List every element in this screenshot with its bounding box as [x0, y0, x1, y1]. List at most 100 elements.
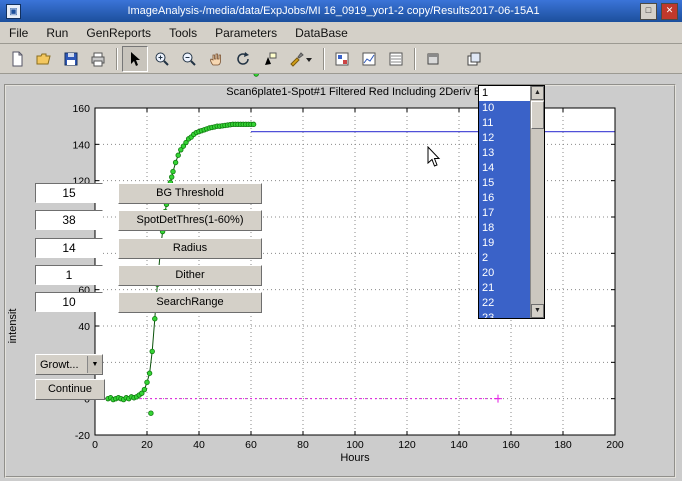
open-file-button[interactable]	[31, 46, 57, 72]
mouse-cursor	[426, 146, 442, 168]
spot-number-dropdown-list[interactable]: 1 10 11 12 13 14 15 16 17 18 19 2 20 21 …	[478, 85, 545, 319]
list-item[interactable]: 19	[479, 236, 531, 251]
list-item[interactable]: 20	[479, 266, 531, 281]
menu-genreports[interactable]: GenReports	[77, 24, 160, 42]
svg-text:180: 180	[554, 439, 572, 451]
list-item[interactable]: 17	[479, 206, 531, 221]
new-file-icon	[9, 51, 25, 67]
pan-button[interactable]	[203, 46, 229, 72]
dock-figure-button[interactable]	[461, 46, 487, 72]
spotdetthres-field[interactable]: 38	[35, 210, 103, 230]
list-item[interactable]: 18	[479, 221, 531, 236]
menubar: File Run GenReports Tools Parameters Dat…	[0, 22, 682, 44]
zoom-in-button[interactable]	[149, 46, 175, 72]
searchrange-button[interactable]: SearchRange	[118, 292, 262, 313]
list-item[interactable]: 23	[479, 311, 531, 318]
menu-database[interactable]: DataBase	[286, 24, 357, 42]
svg-text:200: 200	[606, 439, 624, 451]
new-file-button[interactable]	[4, 46, 30, 72]
brush-button[interactable]	[284, 46, 318, 72]
zoom-out-icon	[181, 51, 197, 67]
pan-hand-icon	[208, 51, 224, 67]
list-item[interactable]: 22	[479, 296, 531, 311]
svg-text:0: 0	[92, 439, 98, 451]
figure-palette-button[interactable]	[329, 46, 355, 72]
bg-threshold-button[interactable]: BG Threshold	[118, 183, 262, 204]
property-editor-button[interactable]	[383, 46, 409, 72]
svg-text:80: 80	[297, 439, 309, 451]
window-title: ImageAnalysis-/media/data/ExpJobs/MI 16_…	[27, 5, 640, 17]
searchrange-field[interactable]: 10	[35, 292, 103, 312]
save-icon	[63, 51, 79, 67]
svg-text:120: 120	[398, 439, 416, 451]
figure-palette-icon	[334, 51, 350, 67]
pointer-button[interactable]	[122, 46, 148, 72]
property-editor-icon	[388, 51, 404, 67]
list-item[interactable]: 13	[479, 146, 531, 161]
svg-text:Hours: Hours	[340, 452, 370, 464]
maximize-button[interactable]: □	[640, 3, 657, 20]
open-folder-icon	[36, 51, 52, 67]
dock-figure-icon	[466, 51, 482, 67]
save-button[interactable]	[58, 46, 84, 72]
list-item[interactable]: 10	[479, 101, 531, 116]
dither-field[interactable]: 1	[35, 265, 103, 285]
radius-field[interactable]: 14	[35, 238, 103, 258]
list-item[interactable]: 2	[479, 251, 531, 266]
menu-run[interactable]: Run	[37, 24, 77, 42]
svg-text:Scan6plate1-Spot#1 Filtered Re: Scan6plate1-Spot#1 Filtered Red Includin…	[226, 86, 483, 98]
rotate-3d-icon	[235, 51, 251, 67]
growth-popup-menu[interactable]: Growt... ▼	[35, 354, 103, 375]
svg-text:intensit: intensit	[7, 309, 19, 344]
list-item[interactable]: 11	[479, 116, 531, 131]
titlebar[interactable]: ▣ ImageAnalysis-/media/data/ExpJobs/MI 1…	[0, 0, 682, 22]
zoom-out-button[interactable]	[176, 46, 202, 72]
svg-text:20: 20	[141, 439, 153, 451]
rotate-3d-button[interactable]	[230, 46, 256, 72]
toolbar-separator	[323, 48, 325, 70]
figure-area: 020406080100120140160180200-200204060801…	[0, 74, 682, 481]
svg-text:160: 160	[502, 439, 520, 451]
menu-file[interactable]: File	[0, 24, 37, 42]
svg-text:160: 160	[72, 103, 90, 115]
dropdown-scrollbar[interactable]: ▲ ▼	[530, 86, 544, 318]
list-item[interactable]: 21	[479, 281, 531, 296]
list-item[interactable]: 12	[479, 131, 531, 146]
scroll-down-icon[interactable]: ▼	[531, 304, 544, 318]
pointer-icon	[127, 51, 143, 67]
main-window: ▣ ImageAnalysis-/media/data/ExpJobs/MI 1…	[0, 0, 682, 481]
scrollbar-thumb[interactable]	[531, 101, 544, 129]
close-button[interactable]: ✕	[661, 3, 678, 20]
list-item[interactable]: 15	[479, 176, 531, 191]
continue-button[interactable]: Continue	[35, 379, 105, 400]
menu-parameters[interactable]: Parameters	[206, 24, 286, 42]
hide-plot-tools-button[interactable]	[420, 46, 446, 72]
dropdown-items: 1 10 11 12 13 14 15 16 17 18 19 2 20 21 …	[479, 86, 531, 318]
plot-browser-button[interactable]	[356, 46, 382, 72]
svg-text:140: 140	[450, 439, 468, 451]
svg-text:40: 40	[78, 321, 90, 333]
svg-text:40: 40	[193, 439, 205, 451]
hide-plot-tools-icon	[425, 51, 441, 67]
toolbar	[0, 44, 682, 74]
data-cursor-icon	[262, 51, 278, 67]
data-cursor-button[interactable]	[257, 46, 283, 72]
svg-text:140: 140	[72, 139, 90, 151]
list-item[interactable]: 14	[479, 161, 531, 176]
radius-button[interactable]: Radius	[118, 238, 262, 259]
print-icon	[90, 51, 106, 67]
list-item[interactable]: 1	[479, 86, 531, 101]
spotdetthres-button[interactable]: SpotDetThres(1-60%)	[118, 210, 262, 231]
bg-threshold-field[interactable]: 15	[35, 183, 103, 203]
toolbar-separator	[414, 48, 416, 70]
zoom-in-icon	[154, 51, 170, 67]
scroll-up-icon[interactable]: ▲	[531, 86, 544, 100]
list-item[interactable]: 16	[479, 191, 531, 206]
plot-browser-icon	[361, 51, 377, 67]
svg-text:-20: -20	[75, 430, 90, 442]
brush-icon	[289, 51, 313, 67]
dither-button[interactable]: Dither	[118, 265, 262, 286]
chevron-down-icon: ▼	[87, 356, 102, 373]
menu-tools[interactable]: Tools	[160, 24, 206, 42]
print-button[interactable]	[85, 46, 111, 72]
